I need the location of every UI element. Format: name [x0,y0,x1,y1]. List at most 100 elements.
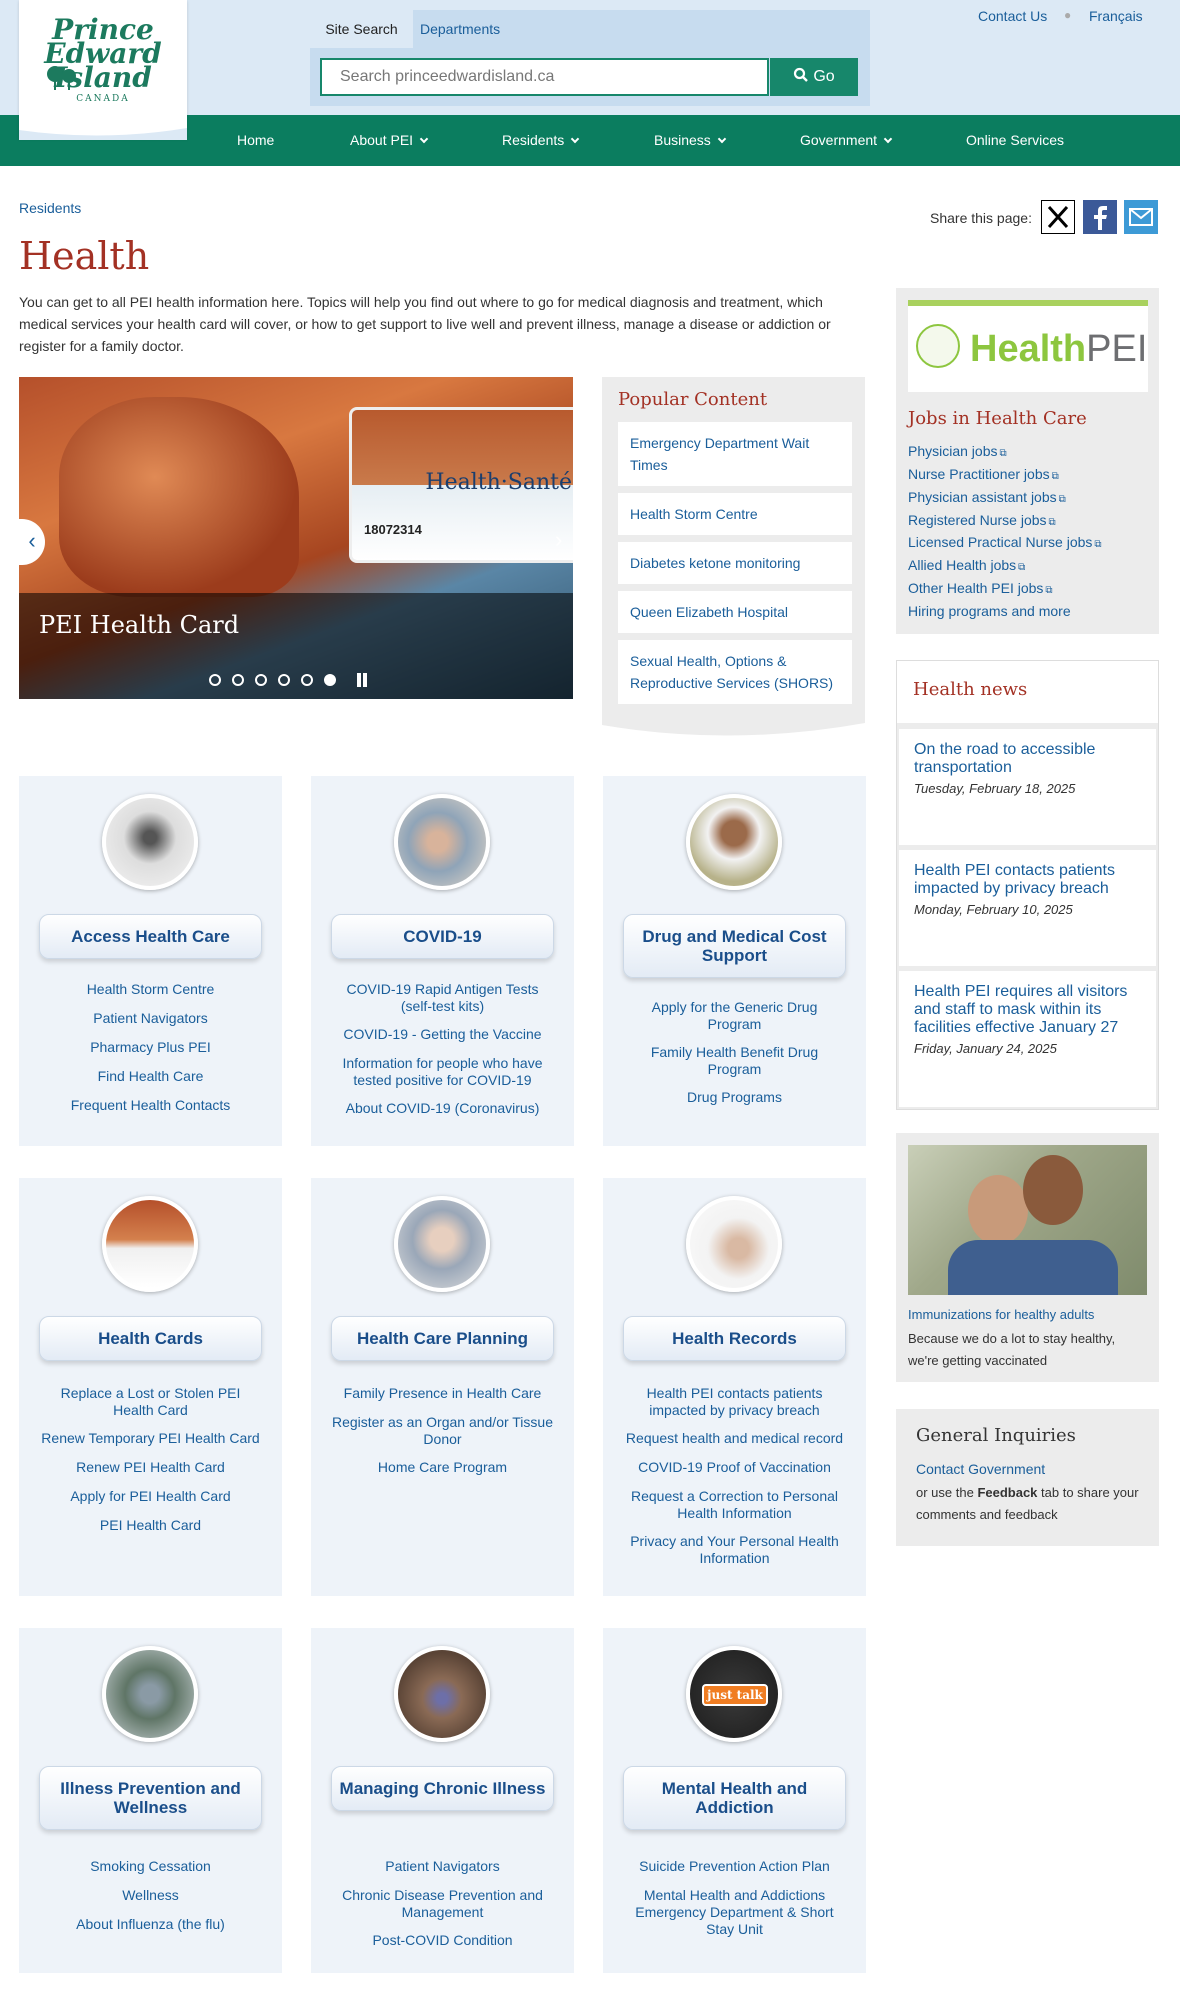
tile-link[interactable]: Family Presence in Health Care [331,1385,554,1402]
popular-link[interactable]: Emergency Department Wait Times [618,422,852,486]
tile-drug-medical-cost: Drug and Medical Cost Support Apply for … [603,776,866,1146]
tile-link[interactable]: About COVID-19 (Coronavirus) [331,1100,554,1117]
tile-link[interactable]: Renew PEI Health Card [39,1459,262,1476]
job-link[interactable]: Physician assistant jobs ⧉ [908,489,1066,505]
tile-title-button[interactable]: Access Health Care [39,914,262,959]
tile-title-button[interactable]: Health Records [623,1316,846,1361]
popular-link[interactable]: Queen Elizabeth Hospital [618,591,852,633]
popular-link[interactable]: Sexual Health, Options & Reproductive Se… [618,640,852,704]
tile-title-button[interactable]: Health Cards [39,1316,262,1361]
tile-link[interactable]: Replace a Lost or Stolen PEI Health Card [39,1385,262,1419]
tile-title-button[interactable]: Mental Health and Addiction [623,1766,846,1830]
search-input[interactable]: Search princeedwardisland.ca [320,58,769,96]
popular-link[interactable]: Health Storm Centre [618,493,852,535]
tab-departments[interactable]: Departments [420,10,500,48]
search-go-button[interactable]: Go [770,58,858,96]
carousel-caption[interactable]: PEI Health Card [39,611,239,639]
tile-title-button[interactable]: Illness Prevention and Wellness [39,1766,262,1830]
email-share-icon[interactable] [1124,200,1158,234]
tile-managing-chronic-illness: Managing Chronic Illness Patient Navigat… [311,1628,574,1973]
carousel-dot[interactable] [278,674,290,686]
pei-logo[interactable]: Prince Edward Island CANADA [19,0,187,140]
facebook-share-icon[interactable] [1083,200,1117,234]
tile-link[interactable]: Patient Navigators [331,1858,554,1875]
tile-link[interactable]: Find Health Care [39,1068,262,1085]
nav-online-services[interactable]: Online Services [966,115,1064,166]
news-link[interactable]: On the road to accessible transportation [914,741,1141,777]
carousel-next-button[interactable]: › [555,527,562,553]
tile-link[interactable]: Renew Temporary PEI Health Card [39,1430,262,1447]
tile-link[interactable]: Home Care Program [331,1459,554,1476]
job-link[interactable]: Registered Nurse jobs ⧉ [908,512,1056,528]
jobs-panel: HealthPEI Jobs in Health Care Physician … [896,288,1159,634]
tile-link[interactable]: COVID-19 - Getting the Vaccine [331,1026,554,1043]
breadcrumb[interactable]: Residents [19,200,81,216]
carousel-dot[interactable] [232,674,244,686]
tile-title-button[interactable]: Managing Chronic Illness [331,1766,554,1811]
health-news-panel: Health news On the road to accessible tr… [896,660,1159,1110]
health-card-carousel[interactable]: Health·Santé 18072314 PEI Health Card ‹ … [19,377,573,699]
nav-about-pei[interactable]: About PEI [350,115,429,166]
nav-residents[interactable]: Residents [502,115,580,166]
popular-link[interactable]: Diabetes ketone monitoring [618,542,852,584]
news-link[interactable]: Health PEI requires all visitors and sta… [914,983,1141,1037]
tile-link[interactable]: Wellness [39,1887,262,1904]
logo-country: CANADA [76,94,130,104]
tile-title-button[interactable]: COVID-19 [331,914,554,959]
tile-link[interactable]: Smoking Cessation [39,1858,262,1875]
tile-link[interactable]: Frequent Health Contacts [39,1097,262,1114]
job-link[interactable]: Physician jobs ⧉ [908,443,1007,459]
tile-link[interactable]: Post-COVID Condition [331,1932,554,1949]
x-share-icon[interactable] [1041,200,1075,234]
nav-government[interactable]: Government [800,115,893,166]
tile-link[interactable]: Apply for PEI Health Card [39,1488,262,1505]
tile-link[interactable]: Family Health Benefit Drug Program [623,1044,846,1078]
tile-link[interactable]: Mental Health and Addictions Emergency D… [623,1887,846,1938]
carousel-dot[interactable] [301,674,313,686]
tile-link[interactable]: COVID-19 Rapid Antigen Tests (self-test … [331,981,554,1015]
writing-hands-photo [686,1196,782,1292]
job-link[interactable]: Licensed Practical Nurse jobs ⧉ [908,534,1102,550]
tab-site-search[interactable]: Site Search [310,10,413,48]
carousel-caption-bar [19,593,573,699]
tile-illness-prevention: Illness Prevention and Wellness Smoking … [19,1628,282,1973]
tile-link[interactable]: Suicide Prevention Action Plan [623,1858,846,1875]
tile-link[interactable]: Patient Navigators [39,1010,262,1027]
tile-link[interactable]: Health Storm Centre [39,981,262,998]
nav-home[interactable]: Home [237,115,274,166]
external-link-icon: ⧉ [1045,585,1053,596]
carousel-dot-active[interactable] [324,674,336,686]
tile-link[interactable]: Pharmacy Plus PEI [39,1039,262,1056]
tile-link[interactable]: PEI Health Card [39,1517,262,1534]
tile-link[interactable]: Request health and medical record [623,1430,846,1447]
tile-link[interactable]: Privacy and Your Personal Health Informa… [623,1533,846,1567]
couple-photo[interactable] [908,1145,1147,1295]
nav-business[interactable]: Business [654,115,727,166]
health-pei-logo[interactable]: HealthPEI [908,300,1148,392]
tile-link[interactable]: Information for people who have tested p… [331,1055,554,1089]
contact-us-link[interactable]: Contact Us [978,8,1047,24]
contact-government-link[interactable]: Contact Government [916,1461,1045,1477]
news-link[interactable]: Health PEI contacts patients impacted by… [914,862,1141,898]
job-link[interactable]: Nurse Practitioner jobs ⧉ [908,466,1059,482]
tile-link[interactable]: Drug Programs [623,1089,846,1106]
francais-link[interactable]: Français [1089,8,1143,24]
external-link-icon: ⧉ [1094,539,1102,550]
tile-link[interactable]: Chronic Disease Prevention and Managemen… [331,1887,554,1921]
tile-link[interactable]: Health PEI contacts patients impacted by… [623,1385,846,1419]
tile-link[interactable]: Register as an Organ and/or Tissue Donor [331,1414,554,1448]
job-link[interactable]: Other Health PEI jobs ⧉ [908,580,1053,596]
carousel-dot[interactable] [255,674,267,686]
tile-title-button[interactable]: Drug and Medical Cost Support [623,914,846,978]
tile-link[interactable]: COVID-19 Proof of Vaccination [623,1459,846,1476]
tile-title-button[interactable]: Health Care Planning [331,1316,554,1361]
job-link[interactable]: Allied Health jobs ⧉ [908,557,1025,573]
tile-link[interactable]: Request a Correction to Personal Health … [623,1488,846,1522]
carousel-dot[interactable] [209,674,221,686]
pause-icon[interactable] [356,673,368,687]
job-link[interactable]: Hiring programs and more [908,603,1071,619]
immunization-link[interactable]: Immunizations for healthy adults [908,1307,1094,1322]
tile-link[interactable]: About Influenza (the flu) [39,1916,262,1933]
tile-link[interactable]: Apply for the Generic Drug Program [623,999,846,1033]
carousel-prev-button[interactable]: ‹ [19,519,45,565]
